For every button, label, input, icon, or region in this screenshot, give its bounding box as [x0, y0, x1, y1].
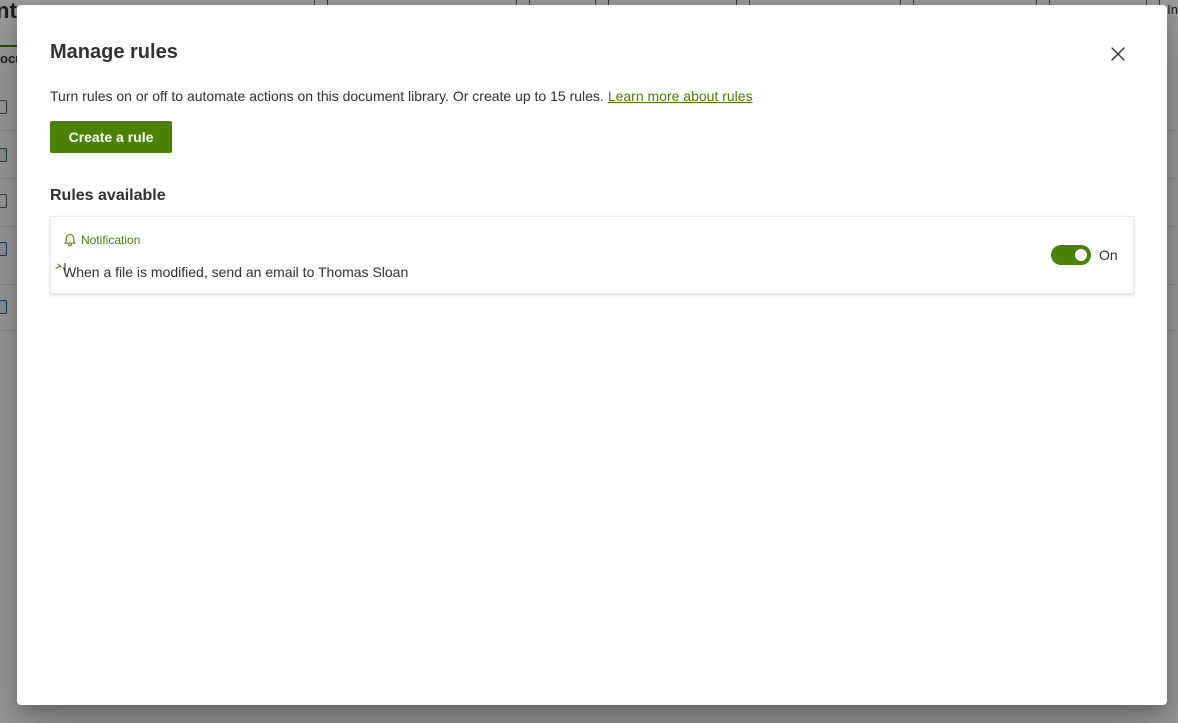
rule-type: Notification — [63, 233, 140, 247]
rule-card[interactable]: Notification When a file is modified, se… — [50, 216, 1134, 294]
close-button[interactable] — [1105, 41, 1131, 67]
dialog-title: Manage rules — [50, 41, 178, 63]
create-rule-button[interactable]: Create a rule — [50, 121, 172, 153]
toggle-label: On — [1099, 247, 1118, 263]
rule-type-label: Notification — [81, 233, 141, 247]
learn-more-link[interactable]: Learn more about rules — [608, 88, 753, 104]
rules-available-heading: Rules available — [50, 187, 166, 204]
description-text: Turn rules on or off to automate actions… — [50, 88, 604, 104]
bell-icon — [63, 233, 77, 247]
rule-description: When a file is modified, send an email t… — [63, 264, 409, 280]
dialog-description: Turn rules on or off to automate actions… — [50, 88, 753, 104]
toggle-knob — [1075, 249, 1087, 261]
close-icon — [1111, 47, 1125, 61]
manage-rules-dialog: Manage rules Turn rules on or off to aut… — [17, 5, 1167, 705]
rule-toggle[interactable] — [1051, 245, 1091, 265]
